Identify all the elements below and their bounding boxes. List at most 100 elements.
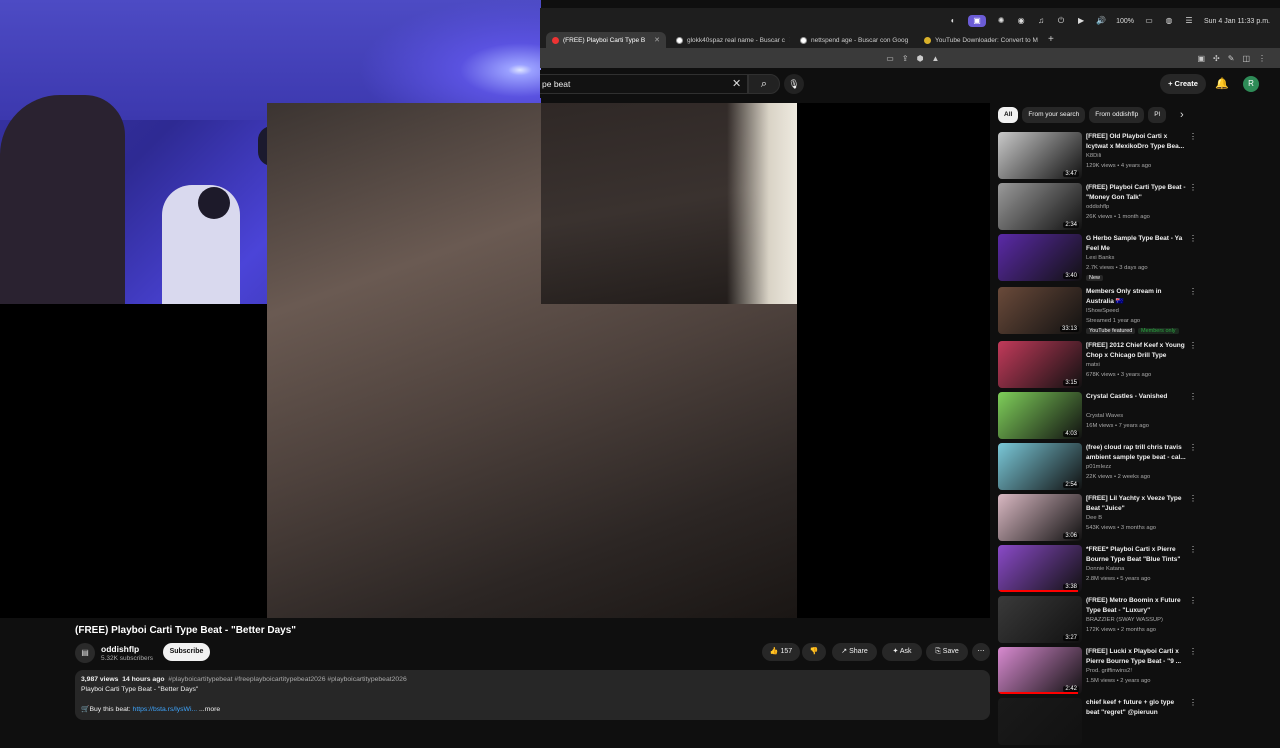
rec-channel[interactable]: Crystal Waves <box>1086 413 1123 419</box>
rec-menu-icon[interactable]: ⋮ <box>1189 341 1197 350</box>
recommendation-item[interactable]: 2:42 [FREE] Lucki x Playboi Carti x Pierr… <box>998 647 1203 697</box>
video-thumbnail[interactable]: 3:38 <box>998 545 1082 592</box>
browser-tab[interactable]: glokk40spaz real name - Buscar c ✕ <box>670 32 790 48</box>
dnd-icon[interactable]: ◉ <box>1016 16 1026 26</box>
search-input[interactable]: pe beat <box>540 74 748 94</box>
video-thumbnail[interactable]: 4:03 <box>998 392 1082 439</box>
clear-search-icon[interactable]: ✕ <box>732 74 741 94</box>
create-button[interactable]: + Create <box>1160 74 1206 94</box>
rec-menu-icon[interactable]: ⋮ <box>1189 234 1197 243</box>
extensions-icon[interactable]: ✣ <box>1213 54 1220 63</box>
video-thumbnail[interactable]: 2:54 <box>998 443 1082 490</box>
rec-menu-icon[interactable]: ⋮ <box>1189 183 1197 192</box>
power-icon[interactable]: ⏻ <box>1056 16 1066 26</box>
video-thumbnail[interactable] <box>998 698 1082 745</box>
rec-channel[interactable]: Lexi Banks <box>1086 255 1114 261</box>
video-thumbnail[interactable]: 33:13 <box>998 287 1082 334</box>
rec-menu-icon[interactable]: ⋮ <box>1189 647 1197 656</box>
recommendation-item[interactable]: 4:03 Crystal Castles - Vanished Crystal Wa… <box>998 392 1203 442</box>
browser-tab[interactable]: nettspend age - Buscar con Goog <box>794 32 914 48</box>
channel-name[interactable]: oddishflp <box>101 644 139 654</box>
profile-icon[interactable]: ✎ <box>1228 54 1235 63</box>
rec-channel[interactable]: K8Dili <box>1086 153 1101 159</box>
rec-menu-icon[interactable]: ⋮ <box>1189 698 1197 707</box>
browser-tab[interactable]: YouTube Downloader: Convert to M <box>918 32 1038 48</box>
extension-puzzle-icon[interactable]: ▣ <box>1197 54 1205 63</box>
screen-record-icon[interactable]: ▣ <box>968 15 987 27</box>
recommendation-item[interactable]: 3:06 [FREE] Lil Yachty x Veeze Type Beat … <box>998 494 1203 544</box>
chip-from-channel[interactable]: From oddishflp <box>1089 107 1145 123</box>
sidebar-toggle-icon[interactable]: ◫ <box>1242 54 1250 63</box>
voice-search-button[interactable]: 🎙 <box>784 74 804 94</box>
play-icon[interactable]: ▶ <box>1076 16 1086 26</box>
dots-icon[interactable]: ◐ <box>948 16 958 26</box>
recommendation-item[interactable]: 2:34 (FREE) Playboi Carti Type Beat - "Mo… <box>998 183 1203 233</box>
menu-icon[interactable]: ⋮ <box>1258 54 1266 63</box>
show-more[interactable]: ...more <box>199 706 220 713</box>
video-thumbnail[interactable]: 2:34 <box>998 183 1082 230</box>
description-box[interactable]: 3,987 views 14 hours ago #playboicartity… <box>75 670 990 720</box>
chip-all[interactable]: All <box>998 107 1019 123</box>
rec-channel[interactable]: matxi <box>1086 362 1100 368</box>
install-app-icon[interactable]: ▭ <box>886 54 894 63</box>
video-thumbnail[interactable]: 3:27 <box>998 596 1082 643</box>
dislike-button[interactable]: 👎 <box>802 643 826 661</box>
rec-menu-icon[interactable]: ⋮ <box>1189 392 1197 401</box>
volume-icon[interactable]: 🔊 <box>1096 16 1106 26</box>
video-thumbnail[interactable]: 3:47 <box>998 132 1082 179</box>
recommendation-item[interactable]: 3:27 (FREE) Metro Boomin x Future Type Be… <box>998 596 1203 646</box>
subscribe-button[interactable]: Subscribe <box>163 643 210 661</box>
rec-menu-icon[interactable]: ⋮ <box>1189 287 1197 296</box>
battery-icon[interactable]: ▭ <box>1144 16 1154 26</box>
save-button[interactable]: ⎘ Save <box>926 643 968 661</box>
channel-avatar[interactable]: ▤ <box>75 643 95 663</box>
hashtags[interactable]: #playboicartitypebeat #freeplayboicartit… <box>168 676 406 683</box>
rec-channel[interactable]: Dee B <box>1086 515 1102 521</box>
rec-menu-icon[interactable]: ⋮ <box>1189 132 1197 141</box>
like-button[interactable]: 👍 157 <box>762 643 800 661</box>
recommendation-item[interactable]: 3:38 *FREE* Playboi Carti x Pierre Bourne… <box>998 545 1203 595</box>
rec-channel[interactable]: IShowSpeed <box>1086 308 1119 314</box>
brightness-icon[interactable]: ✺ <box>996 16 1006 26</box>
video-thumbnail[interactable]: 3:40 <box>998 234 1082 281</box>
notifications-bell-icon[interactable]: 🔔 <box>1215 74 1229 94</box>
more-actions-button[interactable]: ⋯ <box>972 643 990 661</box>
share-page-icon[interactable]: ⇪ <box>902 54 909 63</box>
recommendation-item[interactable]: 33:13 Members Only stream in Australia 🇦🇺… <box>998 287 1203 337</box>
buy-link[interactable]: https://bsta.rs/lysWi... <box>133 706 198 713</box>
user-icon[interactable]: ◍ <box>1164 16 1174 26</box>
close-tab-icon[interactable]: ✕ <box>789 36 790 44</box>
rec-channel[interactable]: Prod. griffinwins2! <box>1086 668 1132 674</box>
clock[interactable]: Sun 4 Jan 11:33 p.m. <box>1204 18 1270 25</box>
rec-channel[interactable]: p01mIezz <box>1086 464 1111 470</box>
search-button[interactable]: ⌕ <box>748 74 780 94</box>
rec-channel[interactable]: BRAZZIER (SWAY WASSUP) <box>1086 617 1163 623</box>
chip-from-search[interactable]: From your search <box>1022 107 1086 123</box>
control-center-icon[interactable]: ☰ <box>1184 16 1194 26</box>
recommendation-item[interactable]: chief keef + future + glo type beat "reg… <box>998 698 1203 748</box>
recommendation-item[interactable]: 3:40 G Herbo Sample Type Beat - Ya Feel M… <box>998 234 1203 284</box>
video-thumbnail[interactable]: 3:06 <box>998 494 1082 541</box>
rec-menu-icon[interactable]: ⋮ <box>1189 443 1197 452</box>
chevron-right-icon[interactable]: › <box>1180 109 1184 121</box>
ask-button[interactable]: ✦ Ask <box>882 643 922 661</box>
share-button[interactable]: ↗ Share <box>832 643 877 661</box>
chip-playlists[interactable]: Pl <box>1148 107 1167 123</box>
rec-menu-icon[interactable]: ⋮ <box>1189 596 1197 605</box>
account-avatar[interactable]: R <box>1243 76 1259 92</box>
music-icon[interactable]: ♫ <box>1036 16 1046 26</box>
recommendation-item[interactable]: 3:15 [FREE] 2012 Chief Keef x Young Chop … <box>998 341 1203 391</box>
recommendation-item[interactable]: 2:54 (free) cloud rap trill chris travis … <box>998 443 1203 493</box>
rec-channel[interactable]: oddishflp <box>1086 204 1109 210</box>
recommendation-item[interactable]: 3:47 [FREE] Old Playboi Carti x Icytwat x… <box>998 132 1203 182</box>
video-thumbnail[interactable]: 3:15 <box>998 341 1082 388</box>
rec-menu-icon[interactable]: ⋮ <box>1189 545 1197 554</box>
video-thumbnail[interactable]: 2:42 <box>998 647 1082 694</box>
extension-icon[interactable]: ▲ <box>932 54 940 63</box>
rec-channel[interactable]: Donnie Katana <box>1086 566 1124 572</box>
extension-badge-icon[interactable]: ⬢ <box>917 54 924 63</box>
new-tab-icon[interactable]: + <box>1042 32 1060 48</box>
rec-menu-icon[interactable]: ⋮ <box>1189 494 1197 503</box>
close-tab-icon[interactable]: ✕ <box>654 36 660 44</box>
browser-tab-active[interactable]: (FREE) Playboi Carti Type B ✕ <box>546 32 666 48</box>
